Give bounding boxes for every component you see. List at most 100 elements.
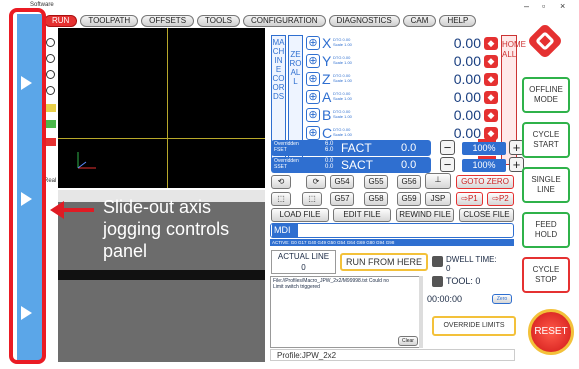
menu-tabs: RUN TOOLPATH OFFSETS TOOLS CONFIGURATION… (44, 15, 524, 28)
tool-number: TOOL: 0 (446, 276, 481, 286)
feed-act-label: FACT (341, 141, 372, 155)
axis-info: DTG 0.00 Scale 1.00 (333, 91, 352, 101)
speed-override-marker (478, 156, 496, 159)
tab-configuration[interactable]: CONFIGURATION (243, 15, 326, 27)
zero-b-button[interactable]: ⊕ (306, 108, 320, 122)
axis-value[interactable]: 0.00 (416, 108, 481, 123)
zero-c-button[interactable]: ⊕ (306, 126, 320, 140)
axis-letter: Y (322, 53, 332, 69)
rewind-file-button[interactable]: REWIND FILE (396, 208, 454, 222)
g58-button[interactable]: G58 (364, 192, 388, 206)
home-axis-icon[interactable]: ◆ (484, 73, 498, 86)
maximize-button[interactable]: ▫ (542, 1, 545, 11)
clear-log-button[interactable]: Clear (398, 336, 418, 346)
mdi-input[interactable] (270, 223, 514, 238)
actual-line-label: ACTUAL LINE (277, 252, 330, 261)
tab-help[interactable]: HELP (439, 15, 477, 27)
goto-p1-button[interactable]: ⇨P1 (456, 192, 483, 206)
speed-set-values: 0.0 0.0 (325, 158, 334, 170)
zero-x-button[interactable]: ⊕ (306, 36, 320, 50)
feed-act-value: 0.0 (401, 142, 417, 154)
camera-panel-bar (58, 270, 265, 280)
axis-info: DTG 0.00 Scale 1.00 (333, 55, 352, 65)
home-axis-icon[interactable]: ◆ (484, 109, 498, 122)
reset-button[interactable]: RESET (528, 309, 574, 355)
feed-override-marker (478, 139, 496, 142)
jog-panel-highlight (9, 8, 46, 364)
zero-timer-button[interactable]: Zero (492, 294, 512, 304)
mdi-label: MDI (272, 224, 298, 237)
speed-set-info: Overridden SSET (274, 158, 299, 170)
axis-value[interactable]: 0.00 (416, 90, 481, 105)
tab-run[interactable]: RUN (44, 15, 78, 27)
single-line-button[interactable]: SINGLE LINE (522, 167, 570, 203)
probe-icon[interactable]: ⊥ (425, 173, 451, 189)
g54-button[interactable]: G54 (330, 175, 354, 189)
coolant-mist-icon[interactable]: ⬚ (302, 192, 322, 206)
axis-value[interactable]: 0.00 (416, 72, 481, 87)
tab-toolpath[interactable]: TOOLPATH (80, 15, 139, 27)
run-from-here-button[interactable]: RUN FROM HERE (340, 253, 428, 271)
g56-button[interactable]: G56 (397, 175, 421, 189)
spindle-cw-icon[interactable]: ⟳ (306, 175, 326, 189)
cycle-start-button[interactable]: CYCLE START (522, 122, 570, 158)
jsp-button[interactable]: JSP (425, 192, 451, 206)
edit-file-button[interactable]: EDIT FILE (333, 208, 391, 222)
g55-button[interactable]: G55 (364, 175, 388, 189)
home-axis-icon[interactable]: ◆ (484, 55, 498, 68)
axis-row-y: ⊕ Y DTG 0.00 Scale 1.00 0.00 ◆ (306, 54, 500, 71)
minimize-button[interactable]: – (524, 1, 529, 11)
zero-a-button[interactable]: ⊕ (306, 90, 320, 104)
axis-value[interactable]: 0.00 (416, 126, 481, 141)
offline-mode-button[interactable]: OFFLINE MODE (522, 77, 570, 113)
dwell-time: DWELL TIME: 0 (446, 255, 497, 273)
speed-override-percent: 100% (462, 159, 506, 172)
spindle-ccw-icon[interactable]: ⟲ (271, 175, 291, 189)
view-top-icon[interactable] (46, 38, 55, 47)
toolpath-color-yellow-icon[interactable] (45, 104, 56, 112)
g57-button[interactable]: G57 (330, 192, 354, 206)
zero-z-button[interactable]: ⊕ (306, 72, 320, 86)
close-window-button[interactable]: × (560, 1, 565, 11)
log-scrollbar[interactable] (419, 276, 423, 348)
home-axis-icon[interactable]: ◆ (484, 91, 498, 104)
view-side-icon[interactable] (46, 70, 55, 79)
title-bar (0, 0, 579, 14)
view-iso-icon[interactable] (46, 86, 55, 95)
axis-value[interactable]: 0.00 (416, 36, 481, 51)
axis-info: DTG 0.00 Scale 1.00 (333, 127, 352, 137)
zero-y-button[interactable]: ⊕ (306, 54, 320, 68)
run-timer: 00:00:00 (427, 294, 463, 304)
axis-row-a: ⊕ A DTG 0.00 Scale 1.00 0.00 ◆ (306, 90, 500, 107)
view-front-icon[interactable] (46, 54, 55, 63)
toolpath-color-green-icon[interactable] (45, 120, 56, 128)
tab-cam[interactable]: CAM (402, 15, 437, 27)
axis-info: DTG 0.00 Scale 1.00 (333, 109, 352, 119)
close-file-button[interactable]: CLOSE FILE (459, 208, 514, 222)
goto-p2-button[interactable]: ⇨P2 (487, 192, 514, 206)
active-gcodes: ACTIVE: G0 G17 G40 G49 G50 G54 G64 G69 G… (270, 239, 514, 246)
tab-tools[interactable]: TOOLS (197, 15, 241, 27)
axis-letter: A (322, 89, 332, 105)
axis-row-z: ⊕ Z DTG 0.00 Scale 1.00 0.00 ◆ (306, 72, 500, 89)
home-axis-icon[interactable]: ◆ (484, 37, 498, 50)
spindle-speed-row: Overridden SSET 0.0 0.0 SACT 0.0 − 100% + (271, 156, 524, 174)
axis-triad-icon (77, 152, 96, 169)
g59-button[interactable]: G59 (397, 192, 421, 206)
tab-diagnostics[interactable]: DIAGNOSTICS (328, 15, 400, 27)
axis-value[interactable]: 0.00 (416, 54, 481, 69)
axis-letter: X (322, 35, 332, 51)
override-limits-button[interactable]: OVERRIDE LIMITS (432, 316, 516, 336)
feed-set-values: 6.0 6.0 (325, 141, 334, 153)
speed-act-label: SACT (341, 158, 374, 172)
load-file-button[interactable]: LOAD FILE (271, 208, 329, 222)
tab-offsets[interactable]: OFFSETS (141, 15, 195, 27)
cycle-stop-button[interactable]: CYCLE STOP (522, 257, 570, 293)
speed-minus-button[interactable]: − (440, 157, 455, 172)
toolpath-color-red-icon[interactable] (45, 138, 56, 146)
coolant-flood-icon[interactable]: ⬚ (271, 192, 291, 206)
goto-zero-button[interactable]: GOTO ZERO (456, 175, 514, 189)
feed-minus-button[interactable]: − (440, 140, 455, 155)
feed-hold-button[interactable]: FEED HOLD (522, 212, 570, 248)
speed-act-value: 0.0 (401, 159, 417, 171)
